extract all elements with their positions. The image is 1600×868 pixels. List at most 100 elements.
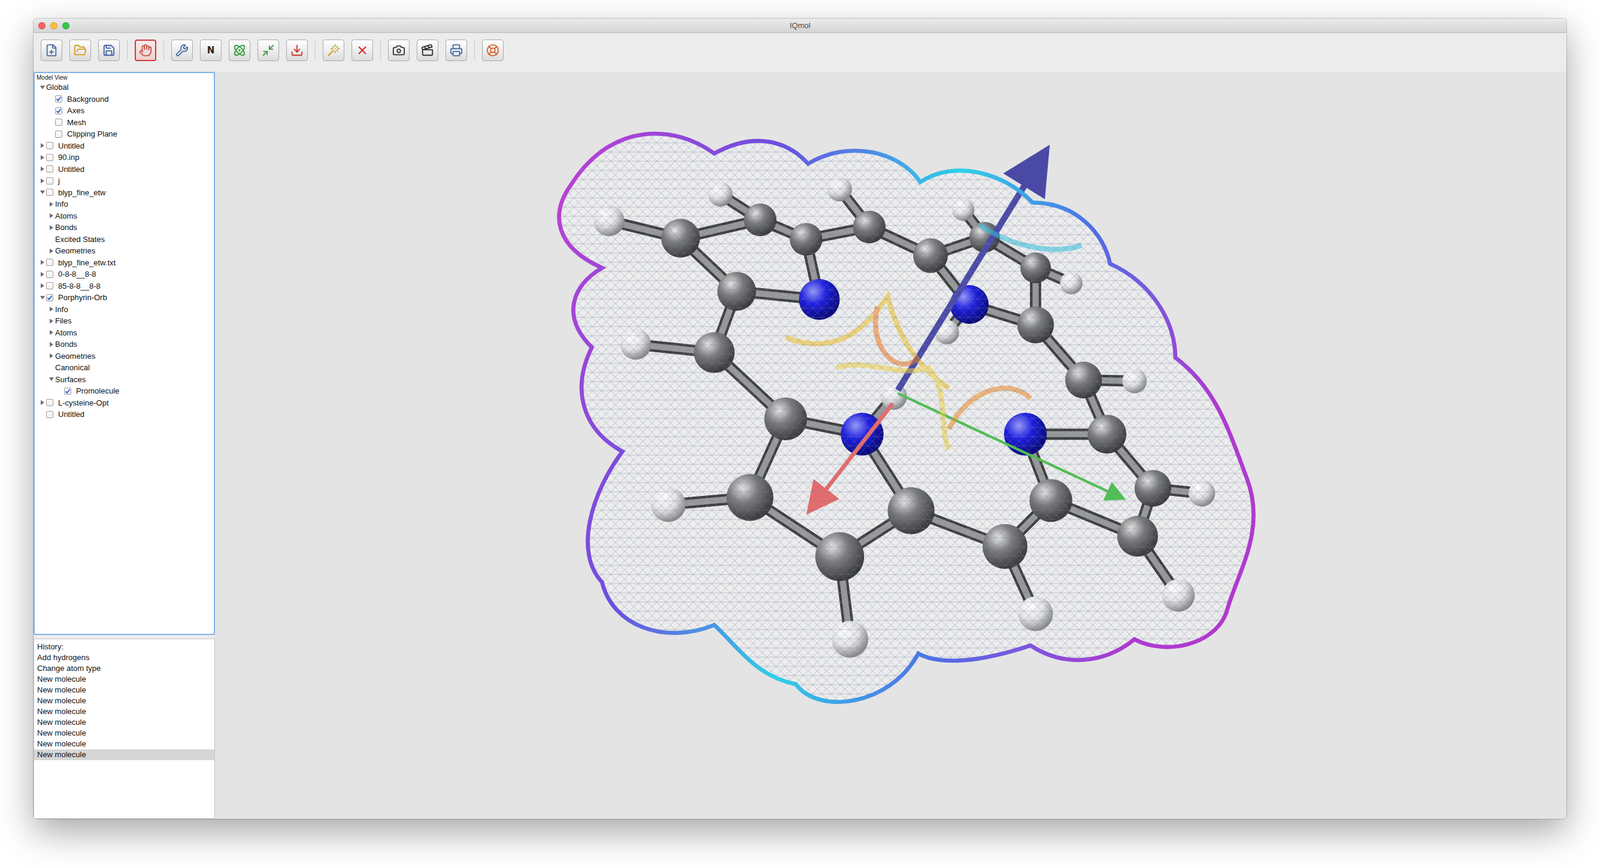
expand-arrow-icon[interactable]: [47, 352, 56, 360]
history-item[interactable]: Add hydrogens: [34, 652, 215, 663]
tree-item[interactable]: Background: [34, 93, 214, 106]
expand-arrow-icon[interactable]: [38, 398, 47, 406]
toolbar-button[interactable]: [445, 39, 468, 62]
expand-arrow-icon: [47, 130, 56, 138]
tree-label: Porphyrin-Orb: [58, 291, 108, 303]
tree-item[interactable]: Untitled: [34, 163, 214, 176]
expand-arrow-icon: [38, 410, 47, 418]
expand-arrow-icon[interactable]: [47, 223, 56, 232]
toolbar-button[interactable]: [228, 39, 251, 62]
expand-arrow-icon[interactable]: [38, 282, 47, 290]
toolbar-button[interactable]: [171, 39, 193, 62]
checkbox[interactable]: [46, 410, 54, 418]
expand-arrow-icon[interactable]: [47, 328, 56, 336]
tree-item[interactable]: Untitled: [34, 140, 214, 153]
expand-arrow-icon[interactable]: [47, 317, 56, 325]
checkbox[interactable]: [55, 118, 63, 126]
minimize-button[interactable]: [50, 22, 58, 30]
history-item[interactable]: New molecule: [34, 716, 215, 728]
tree-item[interactable]: blyp_fine_etw.txt: [34, 256, 214, 269]
expand-arrow-icon[interactable]: [47, 305, 56, 313]
checkbox[interactable]: [46, 153, 54, 162]
checkbox[interactable]: [46, 165, 54, 173]
tree-item[interactable]: 85-8-8__8-8: [34, 280, 214, 293]
checkbox[interactable]: [55, 107, 63, 115]
history-item[interactable]: New molecule: [34, 684, 215, 696]
expand-arrow-icon[interactable]: [47, 211, 56, 220]
toolbar-button[interactable]: N: [200, 39, 222, 62]
tree-item[interactable]: Excited States: [34, 233, 214, 246]
tree-item[interactable]: 0-8-8__8-8: [34, 268, 214, 281]
checkbox[interactable]: [46, 294, 54, 302]
tree-item[interactable]: L-cysteine-Opt: [34, 397, 214, 409]
tree-item[interactable]: Promolecule: [34, 385, 214, 398]
checkbox[interactable]: [46, 188, 54, 196]
history-item[interactable]: New molecule: [34, 727, 215, 739]
tree-item[interactable]: Bonds: [34, 221, 214, 234]
expand-arrow-icon[interactable]: [38, 165, 47, 173]
checkbox[interactable]: [46, 398, 54, 406]
tree-item[interactable]: Global: [34, 81, 214, 94]
tree-item[interactable]: Mesh: [34, 116, 214, 129]
toolbar-button[interactable]: [322, 39, 345, 62]
history-item[interactable]: New molecule: [34, 695, 215, 706]
zoom-button[interactable]: [62, 22, 70, 30]
tree-item[interactable]: Porphyrin-Orb: [34, 291, 214, 304]
tree-item[interactable]: Geometries: [34, 350, 214, 363]
expand-arrow-icon[interactable]: [38, 177, 47, 185]
toolbar-button[interactable]: [388, 39, 410, 62]
expand-arrow-icon[interactable]: [47, 375, 56, 383]
tree-item[interactable]: 90.inp: [34, 151, 214, 164]
tree-item[interactable]: Info: [34, 303, 214, 316]
checkbox[interactable]: [46, 282, 54, 290]
checkbox[interactable]: [55, 95, 63, 103]
toolbar-button[interactable]: [69, 39, 92, 62]
toolbar-button[interactable]: [134, 39, 157, 62]
toolbar-button[interactable]: [416, 39, 439, 62]
history-item[interactable]: Change atom type: [34, 662, 215, 674]
tree-item[interactable]: Atoms: [34, 210, 214, 223]
expand-arrow-icon[interactable]: [47, 200, 56, 208]
tree-item[interactable]: Axes: [34, 104, 214, 117]
expand-arrow-icon[interactable]: [38, 258, 47, 266]
history-item[interactable]: New molecule: [34, 738, 215, 750]
tree-item[interactable]: Bonds: [34, 338, 214, 351]
tree-item[interactable]: Geometries: [34, 244, 214, 257]
tree-item[interactable]: Surfaces: [34, 373, 214, 386]
tree-item[interactable]: Files: [34, 314, 214, 327]
checkbox[interactable]: [46, 270, 54, 278]
toolbar-button[interactable]: [257, 39, 280, 62]
toolbar-button[interactable]: [98, 39, 120, 62]
checkbox[interactable]: [64, 387, 72, 395]
toolbar-button[interactable]: [40, 39, 63, 62]
tree-item[interactable]: Canonical: [34, 361, 214, 374]
history-item[interactable]: New molecule: [34, 705, 215, 717]
tree-item[interactable]: Atoms: [34, 326, 214, 339]
tree-item[interactable]: Untitled: [34, 408, 214, 421]
checkbox[interactable]: [55, 130, 63, 138]
history-item[interactable]: New molecule: [34, 749, 215, 760]
expand-arrow-icon[interactable]: [38, 188, 47, 196]
tree-item[interactable]: j: [34, 174, 214, 187]
viewer[interactable]: [214, 71, 1567, 819]
expand-arrow-icon[interactable]: [38, 270, 47, 278]
expand-arrow-icon[interactable]: [38, 141, 47, 150]
expand-arrow-icon[interactable]: [47, 247, 56, 255]
toolbar-button[interactable]: [286, 39, 308, 62]
toolbar-button[interactable]: [351, 39, 374, 62]
history-title: History:: [34, 641, 215, 653]
tree-item[interactable]: Info: [34, 198, 214, 211]
close-button[interactable]: [38, 22, 46, 30]
expand-arrow-icon[interactable]: [38, 294, 47, 302]
tree-item[interactable]: blyp_fine_etw: [34, 186, 214, 199]
history-item[interactable]: New molecule: [34, 673, 215, 685]
toolbar-button[interactable]: [482, 39, 504, 62]
tree-item[interactable]: Clipping Plane: [34, 128, 214, 141]
expand-arrow-icon[interactable]: [38, 83, 47, 92]
expand-arrow-icon[interactable]: [47, 340, 56, 348]
expand-arrow-icon[interactable]: [38, 153, 47, 162]
checkbox[interactable]: [46, 141, 54, 150]
molecule-canvas[interactable]: [214, 71, 1567, 819]
checkbox[interactable]: [46, 177, 54, 185]
checkbox[interactable]: [46, 258, 54, 266]
